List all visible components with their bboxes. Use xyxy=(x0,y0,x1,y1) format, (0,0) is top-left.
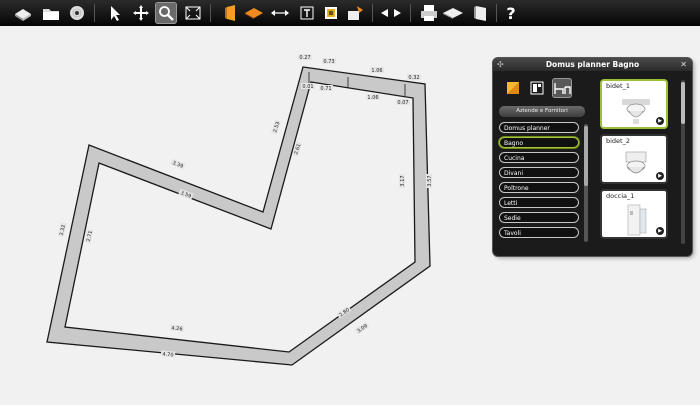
dimension-label: 0.27 xyxy=(298,54,312,61)
panel-title: Domus planner Bagno xyxy=(493,58,692,71)
dimension-label: 0.32 xyxy=(407,74,421,81)
svg-text:0.07: 0.07 xyxy=(397,100,408,106)
dimension-label: 0.07 xyxy=(396,99,410,106)
play-icon[interactable]: ▶ xyxy=(656,172,664,180)
category-item[interactable]: Sedie xyxy=(499,212,579,223)
text-icon[interactable] xyxy=(296,2,318,24)
item-label: bidet_2 xyxy=(606,137,630,145)
main-toolbar: ? xyxy=(0,0,700,26)
dimension-label: 3.32 xyxy=(57,222,67,238)
dimension-label: 1.06 xyxy=(366,94,380,101)
dimension-label: 3.39 xyxy=(170,158,186,170)
catalog-item[interactable]: bidet_2 ▶ xyxy=(600,134,668,184)
export-icon[interactable] xyxy=(470,2,492,24)
help-icon[interactable]: ? xyxy=(500,2,522,24)
select-arrow-icon[interactable] xyxy=(104,2,126,24)
svg-text:0.32: 0.32 xyxy=(408,75,419,81)
svg-text:3.32: 3.32 xyxy=(59,224,67,236)
svg-text:4.70: 4.70 xyxy=(162,352,174,359)
measure-icon[interactable] xyxy=(269,2,291,24)
bidet-icon xyxy=(622,99,650,124)
zoom-icon[interactable] xyxy=(155,2,177,24)
new-plan-icon[interactable] xyxy=(12,2,34,24)
category-item[interactable]: Tavoli xyxy=(499,227,579,238)
item-label: doccia_1 xyxy=(606,192,635,200)
category-item[interactable]: Cucina xyxy=(499,152,579,163)
svg-text:3.39: 3.39 xyxy=(171,160,184,170)
catalog-item[interactable]: bidet_1 ▶ xyxy=(600,79,668,129)
furniture-tab[interactable] xyxy=(552,78,572,98)
disc-icon[interactable] xyxy=(66,2,88,24)
svg-text:3.57: 3.57 xyxy=(427,175,433,186)
category-item[interactable]: Divani xyxy=(499,167,579,178)
svg-text:2.61: 2.61 xyxy=(293,143,302,155)
toolbar-separator xyxy=(372,4,373,22)
dimension-label: 4.26 xyxy=(169,324,185,333)
toolbar-separator xyxy=(94,4,95,22)
bidet-icon xyxy=(625,151,647,174)
svg-text:2.53: 2.53 xyxy=(272,121,281,133)
dimension-label: 3.57 xyxy=(426,174,433,188)
open-folder-icon[interactable] xyxy=(40,2,62,24)
toolbar-separator xyxy=(210,4,211,22)
prev-next-icon[interactable] xyxy=(379,2,401,24)
dimension-label: 0.01 xyxy=(301,83,315,90)
floor-icon[interactable] xyxy=(243,2,265,24)
category-item[interactable]: Domus planner xyxy=(499,122,579,133)
dimension-label: 0.71 xyxy=(319,85,333,92)
category-item[interactable]: Poltrone xyxy=(499,182,579,193)
dimension-label: 3.17 xyxy=(399,174,406,188)
svg-text:1.06: 1.06 xyxy=(367,95,378,101)
category-item[interactable]: Bagno xyxy=(499,137,579,148)
category-item[interactable]: Letti xyxy=(499,197,579,208)
print-icon[interactable] xyxy=(418,2,440,24)
furniture-icon xyxy=(554,83,571,94)
svg-text:0.01: 0.01 xyxy=(302,84,313,90)
svg-text:2.71: 2.71 xyxy=(86,230,94,242)
fit-view-icon[interactable] xyxy=(182,2,204,24)
dimension-label: 1.06 xyxy=(370,67,384,74)
image-icon[interactable] xyxy=(320,2,342,24)
items-scroll-thumb[interactable] xyxy=(681,82,685,124)
paint-icon[interactable] xyxy=(344,2,366,24)
layout-icon xyxy=(530,81,544,95)
colors-tab[interactable] xyxy=(503,78,523,98)
svg-text:0.27: 0.27 xyxy=(299,55,310,61)
dimension-label: 2.53 xyxy=(270,119,282,135)
resize-handle-icon[interactable]: ::: xyxy=(585,178,589,184)
shower-icon xyxy=(627,204,647,236)
play-icon[interactable]: ▶ xyxy=(656,117,664,125)
door-icon[interactable] xyxy=(220,2,242,24)
move-grip-icon[interactable]: ✣ xyxy=(497,60,504,69)
svg-text:3.17: 3.17 xyxy=(400,175,406,186)
dimension-label: 2.71 xyxy=(84,228,94,244)
suppliers-button[interactable]: Aziende e Fornitori xyxy=(499,106,585,117)
svg-text:0.73: 0.73 xyxy=(323,59,334,65)
3d-view-icon[interactable] xyxy=(442,2,464,24)
svg-text:0.71: 0.71 xyxy=(320,86,331,92)
layout-tab[interactable] xyxy=(527,78,547,98)
item-label: bidet_1 xyxy=(606,82,630,90)
toolbar-separator xyxy=(496,4,497,22)
dimension-label: 3.09 xyxy=(354,321,370,335)
play-icon[interactable]: ▶ xyxy=(656,227,664,235)
toolbar-separator xyxy=(410,4,411,22)
wall-outline[interactable] xyxy=(46,66,431,366)
catalog-item[interactable]: doccia_1 ▶ xyxy=(600,189,668,239)
dimension-label: 0.73 xyxy=(322,58,336,65)
colors-icon xyxy=(507,82,519,94)
close-icon[interactable]: ✕ xyxy=(680,59,687,70)
dimension-label: 4.70 xyxy=(160,350,176,359)
help-glyph: ? xyxy=(506,3,516,23)
svg-text:4.26: 4.26 xyxy=(171,326,183,333)
svg-text:1.06: 1.06 xyxy=(371,68,382,74)
pan-hand-icon[interactable] xyxy=(130,2,152,24)
